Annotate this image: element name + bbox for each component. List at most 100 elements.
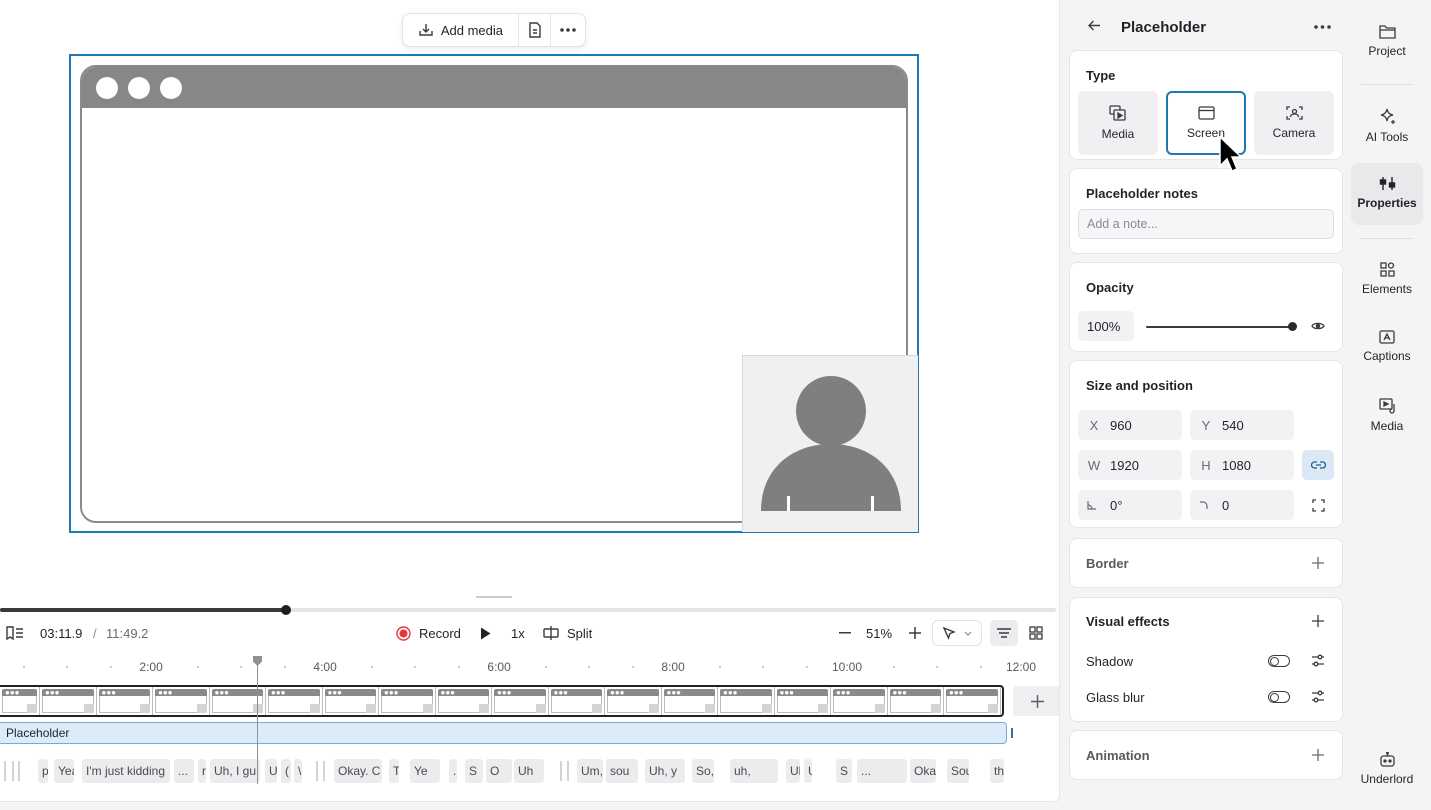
glass-blur-toggle[interactable]: [1268, 691, 1290, 703]
corner-radius-icon: [1199, 500, 1213, 510]
caption-chip[interactable]: I'm just kidding: [82, 759, 170, 783]
rail-label-elements: Elements: [1361, 282, 1413, 296]
opacity-value-field[interactable]: 100%: [1078, 311, 1134, 341]
rail-item-properties[interactable]: Properties: [1351, 163, 1423, 225]
rotation-field[interactable]: 0°: [1078, 490, 1182, 520]
screen-track[interactable]: ●●● ●●● ●●● ●●● ●●● ●●● ●●● ●●● ●●● ●●● ●●● ●●● ●●● ●…: [0, 685, 1004, 717]
caption-chip[interactable]: Okay. M: [910, 759, 936, 783]
caption-gap-marker: [316, 761, 318, 781]
ruler-label: 4:00: [313, 660, 337, 674]
caption-chip[interactable]: Um,: [577, 759, 603, 783]
rail-item-media[interactable]: Media: [1351, 390, 1423, 446]
panel-header: Placeholder: [1068, 12, 1344, 42]
caption-chip[interactable]: S: [836, 759, 852, 783]
caption-chip[interactable]: Uh, yeal: [786, 759, 800, 783]
timeline-view-button[interactable]: [990, 620, 1018, 646]
track-thumbnail: ●●●: [436, 687, 492, 715]
placeholder-track[interactable]: Placeholder: [0, 722, 1007, 744]
caption-chip[interactable]: Uh, I gu: [210, 759, 260, 783]
aspect-lock-button[interactable]: [1302, 450, 1334, 480]
caption-track[interactable]: pYeaI'm just kidding...rUh, I guU(\Okay.…: [0, 759, 1010, 783]
border-section[interactable]: Border: [1069, 538, 1343, 588]
add-media-button[interactable]: Add media: [403, 14, 518, 46]
caption-chip[interactable]: U: [804, 759, 812, 783]
shadow-toggle[interactable]: [1268, 655, 1290, 667]
play-button[interactable]: [480, 618, 491, 648]
panel-resize-handle[interactable]: [476, 596, 512, 598]
border-title: Border: [1086, 556, 1129, 571]
caption-chip[interactable]: Uh, y: [645, 759, 685, 783]
caption-chip[interactable]: ...: [449, 759, 457, 783]
caption-chip[interactable]: ...: [857, 759, 907, 783]
back-button[interactable]: [1088, 20, 1101, 31]
script-button[interactable]: [519, 14, 551, 46]
size-position-title: Size and position: [1086, 378, 1193, 393]
rail-label-media: Media: [1370, 419, 1404, 433]
panel-more-button[interactable]: [1314, 25, 1331, 29]
caption-chip[interactable]: p: [38, 759, 48, 783]
type-media-button[interactable]: Media: [1078, 91, 1158, 155]
caption-chip[interactable]: Sou: [947, 759, 969, 783]
media-icon: [1109, 105, 1127, 121]
caption-chip[interactable]: thi: [990, 759, 1004, 783]
opacity-value: 100%: [1087, 318, 1121, 334]
caption-chip[interactable]: sou: [606, 759, 638, 783]
chapters-button[interactable]: [6, 618, 24, 648]
grid-view-button[interactable]: [1026, 618, 1046, 648]
plus-icon: [1030, 694, 1044, 708]
timeline-ruler[interactable]: 2:00 4:00 6:00 8:00 10:00 12:00: [0, 656, 1056, 678]
zoom-in-button[interactable]: [908, 618, 922, 648]
caption-chip[interactable]: So, yo: [692, 759, 714, 783]
type-camera-button[interactable]: Camera: [1254, 91, 1334, 155]
caption-chip[interactable]: ...: [174, 759, 194, 783]
add-animation-button[interactable]: [1312, 749, 1324, 761]
caption-chip[interactable]: Ye: [410, 759, 440, 783]
rail-item-project[interactable]: Project: [1351, 16, 1423, 72]
add-track-button[interactable]: [1013, 686, 1059, 716]
shadow-settings-button[interactable]: [1311, 654, 1325, 667]
rail-item-ai-tools[interactable]: AI Tools: [1351, 100, 1423, 156]
caption-chip[interactable]: U: [265, 759, 277, 783]
ruler-tick: [414, 666, 416, 668]
notes-input[interactable]: Add a note...: [1078, 209, 1334, 239]
record-button[interactable]: Record: [396, 618, 461, 648]
camera-placeholder[interactable]: [742, 355, 918, 532]
rail-item-underlord[interactable]: Underlord: [1351, 744, 1423, 800]
rail-item-captions[interactable]: Captions: [1351, 322, 1423, 378]
rail-item-elements[interactable]: Elements: [1351, 254, 1423, 310]
caption-chip[interactable]: Okay. C: [334, 759, 382, 783]
speed-button[interactable]: 1x: [511, 618, 525, 648]
add-border-button[interactable]: [1312, 557, 1324, 569]
corner-radius-field[interactable]: 0: [1190, 490, 1294, 520]
opacity-slider-knob[interactable]: [1287, 322, 1297, 331]
size-position-section: Size and position X 960 Y 540 W 1920 H 1…: [1069, 360, 1343, 528]
caption-chip[interactable]: r: [198, 759, 206, 783]
split-button[interactable]: Split: [543, 618, 592, 648]
zoom-out-button[interactable]: [838, 618, 852, 648]
transport-bar: 03:11.9 / 11:49.2 Record 1x Split 51%: [0, 618, 1056, 648]
fullscreen-icon: [1312, 499, 1325, 512]
fit-button[interactable]: [1312, 499, 1325, 512]
scrubber-knob[interactable]: [281, 605, 292, 615]
track-thumbnail: ●●●: [888, 687, 944, 715]
caption-chip[interactable]: O: [486, 759, 512, 783]
caption-chip[interactable]: \: [294, 759, 302, 783]
caption-chip[interactable]: T: [389, 759, 399, 783]
visibility-toggle[interactable]: [1311, 321, 1325, 331]
add-effect-button[interactable]: [1312, 615, 1324, 627]
y-field[interactable]: Y 540: [1190, 410, 1294, 440]
more-button[interactable]: [551, 14, 585, 46]
caption-chip[interactable]: uh,: [730, 759, 778, 783]
caption-chip[interactable]: Yea: [54, 759, 74, 783]
opacity-slider[interactable]: [1146, 322, 1297, 331]
x-field[interactable]: X 960: [1078, 410, 1182, 440]
width-field[interactable]: W 1920: [1078, 450, 1182, 480]
height-field[interactable]: H 1080: [1190, 450, 1294, 480]
ruler-tick: [588, 666, 590, 668]
caption-chip[interactable]: S: [465, 759, 483, 783]
glass-blur-settings-button[interactable]: [1311, 690, 1325, 703]
caption-chip[interactable]: Uh: [514, 759, 544, 783]
animation-section[interactable]: Animation: [1069, 730, 1343, 780]
select-tool-dropdown[interactable]: [932, 620, 982, 646]
caption-chip[interactable]: (: [281, 759, 291, 783]
